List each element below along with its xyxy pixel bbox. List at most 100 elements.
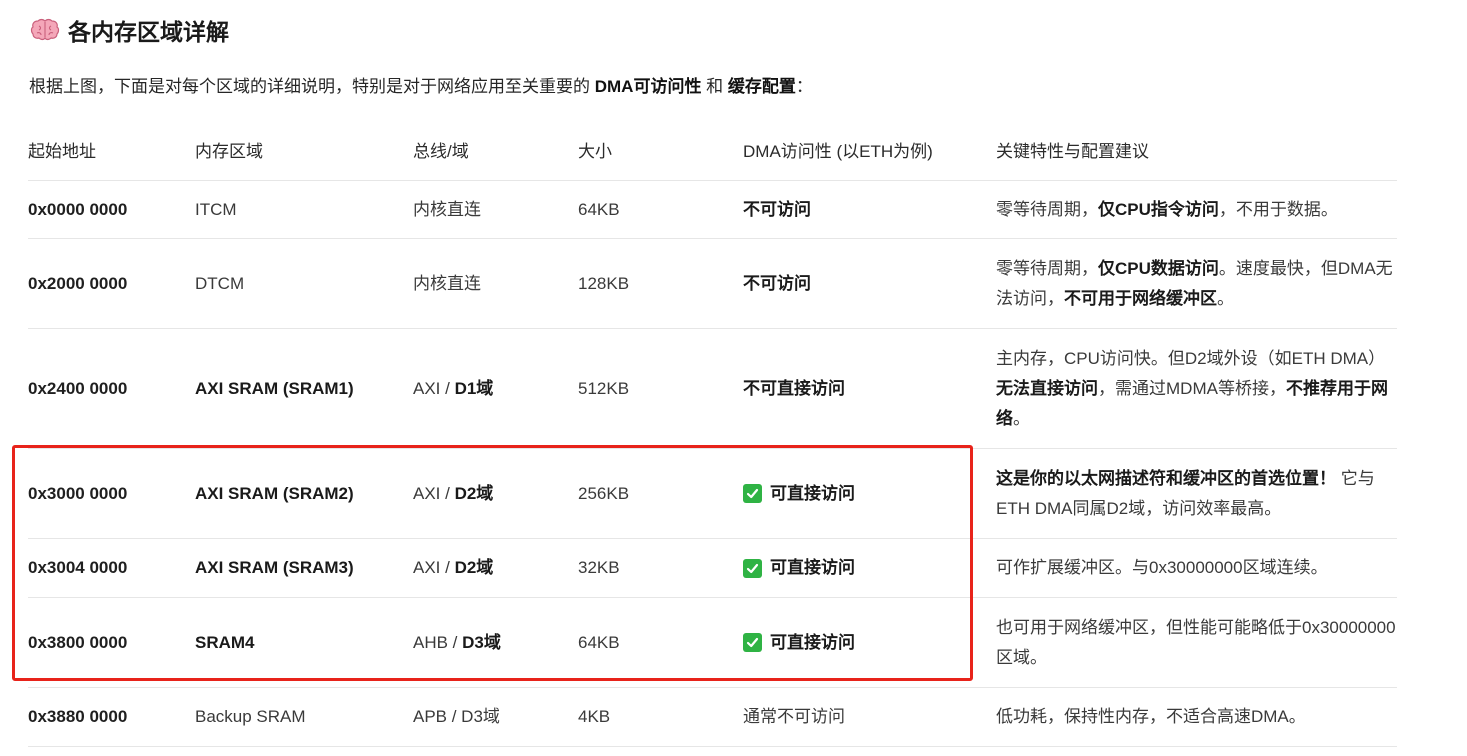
check-mark-icon	[743, 633, 762, 652]
notes-cell: 也可用于网络缓冲区，但性能可能略低于0x30000000区域。	[996, 598, 1401, 687]
bus-domain-cell: 内核直连	[413, 181, 573, 238]
bus-domain-cell: AXI / D1域	[413, 329, 573, 448]
table-row: 0x3004 0000 AXI SRAM (SRAM3) AXI / D2域 32KB…	[28, 539, 1397, 598]
notes-text: 零等待周期，仅CPU指令访问，不用于数据。	[996, 195, 1338, 225]
notes-segment: 也可用于网络缓冲区，但性能可能略低于0x30000000区域。	[996, 617, 1396, 667]
dma-access-cell: 通常不可访问	[743, 688, 983, 746]
dma-access-cell: 不可直接访问	[743, 329, 983, 448]
check-mark-icon	[743, 484, 762, 503]
dma-access-label: 不可访问	[743, 199, 811, 219]
intro-text: 和	[701, 77, 728, 96]
notes-text: 低功耗，保持性内存，不适合高速DMA。	[996, 702, 1306, 732]
table-row: 0x2000 0000 DTCM 内核直连 128KB 不可访问 零等待周期，仅CPU数据…	[28, 239, 1397, 329]
dma-access-cell: 可直接访问	[743, 539, 983, 597]
bus-domain-cell: AHB / D3域	[413, 598, 573, 687]
notes-segment: 主内存，CPU访问快。但D2域外设（如ETH DMA）	[996, 348, 1386, 368]
notes-text: 主内存，CPU访问快。但D2域外设（如ETH DMA） 无法直接访问，需通过MDM…	[996, 344, 1401, 434]
bus-domain-cell: APB / D3域	[413, 688, 573, 746]
notes-segment: 仅CPU指令访问	[1098, 199, 1219, 219]
bus-domain-cell: AXI / D2域	[413, 539, 573, 597]
brain-icon	[30, 18, 60, 41]
notes-segment: 仅CPU数据访问	[1098, 258, 1219, 278]
notes-cell: 这是你的以太网描述符和缓冲区的首选位置！ 它与ETH DMA同属D2域，访问效率…	[996, 449, 1401, 538]
intro-text: ：	[795, 77, 813, 96]
dma-access-label: 可直接访问	[770, 632, 855, 652]
size-cell: 4KB	[578, 707, 611, 726]
start-address-cell: 0x3004 0000	[28, 558, 128, 577]
notes-text: 可作扩展缓冲区。与0x30000000区域连续。	[996, 553, 1328, 583]
column-header: DMA访问性 (以ETH为例)	[743, 142, 933, 161]
notes-segment: 这是你的以太网描述符和缓冲区的首选位置！	[996, 468, 1336, 488]
table-row: 0x0000 0000 ITCM 内核直连 64KB 不可访问 零等待周期，仅CPU指令访…	[28, 181, 1397, 239]
table-header-row: 起始地址 内存区域 总线/域 大小 DMA访问性 (以ETH为例) 关键特性与配置建议	[28, 124, 1397, 181]
notes-text: 也可用于网络缓冲区，但性能可能略低于0x30000000区域。	[996, 613, 1401, 673]
notes-cell: 可作扩展缓冲区。与0x30000000区域连续。	[996, 539, 1401, 597]
dma-access-cell: 可直接访问	[743, 598, 983, 687]
memory-region-cell: AXI SRAM (SRAM1)	[195, 378, 354, 398]
domain-label: D2域	[454, 558, 494, 577]
size-cell: 64KB	[578, 199, 620, 219]
dma-access-label: 可直接访问	[770, 483, 855, 503]
column-header: 关键特性与配置建议	[996, 142, 1149, 161]
table-row: 0x2400 0000 AXI SRAM (SRAM1) AXI / D1域 512K…	[28, 329, 1397, 449]
column-header: 大小	[578, 142, 612, 161]
intro-text: 根据上图，下面是对每个区域的详细说明，特别是对于网络应用至关重要的	[29, 77, 595, 96]
memory-region-cell: DTCM	[195, 273, 245, 293]
size-cell: 512KB	[578, 378, 630, 398]
notes-cell: 主内存，CPU访问快。但D2域外设（如ETH DMA） 无法直接访问，需通过MDM…	[996, 329, 1401, 448]
bus-domain-cell: AXI / D2域	[413, 449, 573, 538]
check-mark-icon	[743, 558, 762, 578]
domain-label: D2域	[454, 483, 494, 503]
notes-segment: 不可用于网络缓冲区	[1064, 288, 1217, 308]
notes-cell: 低功耗，保持性内存，不适合高速DMA。	[996, 688, 1401, 746]
notes-segment: 零等待周期，	[996, 258, 1098, 278]
start-address-cell: 0x2000 0000	[28, 273, 128, 293]
bus-label: AXI /	[413, 558, 455, 577]
dma-access-label: 不可直接访问	[743, 378, 845, 398]
dma-access-label: 通常不可访问	[743, 707, 845, 726]
dma-access-label: 可直接访问	[770, 558, 855, 577]
memory-region-table: 起始地址 内存区域 总线/域 大小 DMA访问性 (以ETH为例) 关键特性与配置建议 0x…	[28, 124, 1397, 747]
column-header: 起始地址	[28, 142, 96, 161]
bus-label: 内核直连	[413, 273, 481, 293]
domain-label: D3域	[462, 632, 501, 652]
bus-label: AHB /	[413, 632, 463, 652]
notes-segment: 无法直接访问	[996, 378, 1098, 398]
dma-access-cell: 不可访问	[743, 239, 983, 328]
bus-label: APB / D3域	[413, 707, 500, 726]
notes-segment: ，不用于数据。	[1218, 199, 1338, 219]
memory-region-cell: SRAM4	[195, 632, 255, 652]
size-cell: 128KB	[578, 273, 630, 293]
notes-cell: 零等待周期，仅CPU数据访问。速度最快，但DMA无法访问，不可用于网络缓冲区。	[996, 239, 1401, 328]
bus-domain-cell: 内核直连	[413, 239, 573, 328]
table-row: 0x3880 0000 Backup SRAM APB / D3域 4KB 通常不可访问…	[28, 688, 1397, 747]
intro-emphasis-cache: 缓存配置	[727, 77, 796, 96]
notes-cell: 零等待周期，仅CPU指令访问，不用于数据。	[996, 181, 1401, 238]
bus-label: 内核直连	[413, 199, 481, 219]
column-header: 内存区域	[195, 142, 263, 161]
dma-access-cell: 不可访问	[743, 181, 983, 238]
notes-segment: 零等待周期，	[996, 199, 1098, 219]
notes-text: 零等待周期，仅CPU数据访问。速度最快，但DMA无法访问，不可用于网络缓冲区。	[996, 254, 1401, 314]
bus-label: AXI /	[413, 483, 455, 503]
start-address-cell: 0x3800 0000	[28, 632, 128, 652]
bus-label: AXI /	[413, 378, 455, 398]
size-cell: 64KB	[578, 632, 620, 652]
size-cell: 256KB	[578, 483, 630, 503]
notes-segment: 低功耗，保持性内存，不适合高速DMA。	[996, 707, 1306, 726]
start-address-cell: 0x3880 0000	[28, 707, 128, 726]
table-row: 0x3800 0000 SRAM4 AHB / D3域 64KB 可直接访问 也可用于网络…	[28, 598, 1397, 688]
dma-access-label: 不可访问	[743, 273, 811, 293]
dma-access-cell: 可直接访问	[743, 449, 983, 538]
section-heading: 各内存区域详解	[30, 14, 229, 46]
notes-segment: ，需通过MDMA等桥接，	[1098, 378, 1286, 398]
memory-region-cell: ITCM	[195, 199, 237, 219]
memory-region-cell: Backup SRAM	[195, 707, 306, 726]
table-row: 0x3000 0000 AXI SRAM (SRAM2) AXI / D2域 256K…	[28, 449, 1397, 539]
notes-text: 这是你的以太网描述符和缓冲区的首选位置！ 它与ETH DMA同属D2域，访问效率…	[996, 464, 1401, 524]
column-header: 总线/域	[413, 142, 469, 161]
page: 各内存区域详解 根据上图，下面是对每个区域的详细说明，特别是对于网络应用至关重要…	[0, 0, 1467, 756]
start-address-cell: 0x0000 0000	[28, 199, 128, 219]
notes-segment: 。	[1013, 408, 1030, 428]
domain-label: D1域	[454, 378, 494, 398]
